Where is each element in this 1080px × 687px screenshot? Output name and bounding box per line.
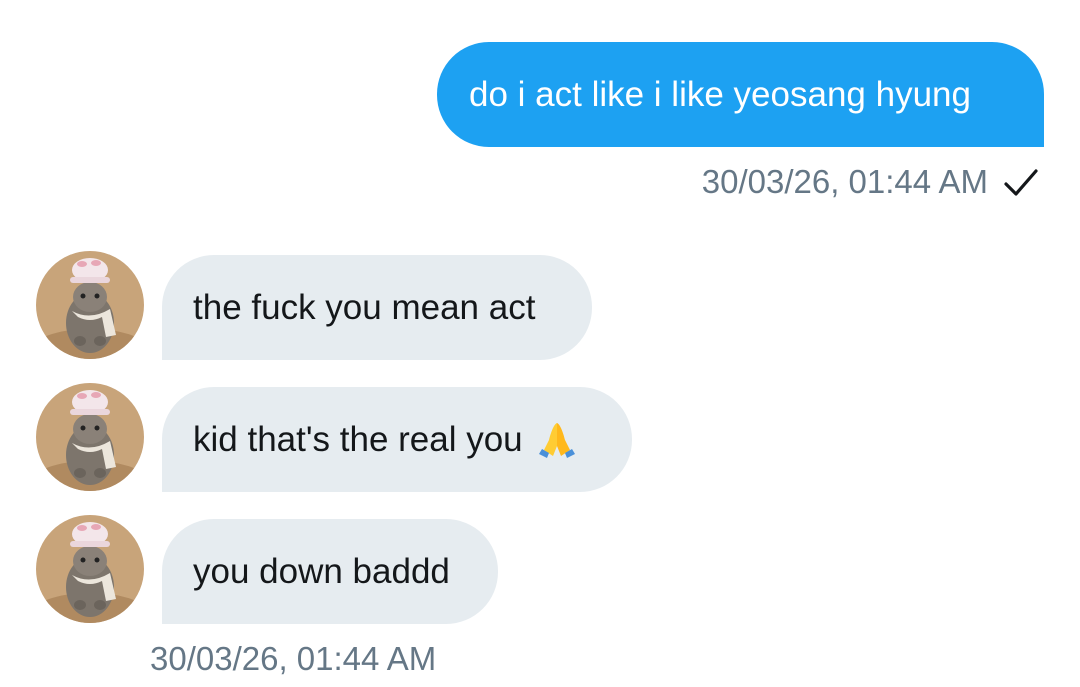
outgoing-timestamp: 30/03/26, 01:44 AM: [701, 163, 988, 200]
outgoing-message-bubble[interactable]: do i act like i like yeosang hyung: [437, 42, 1044, 147]
avatar[interactable]: [36, 383, 144, 491]
incoming-message-text: you down baddd: [193, 551, 450, 591]
avatar[interactable]: [36, 515, 144, 623]
incoming-message-bubble[interactable]: you down baddd: [162, 519, 498, 624]
incoming-timestamp: 30/03/26, 01:44 AM: [150, 640, 437, 677]
incoming-message-text: the fuck you mean act: [193, 287, 536, 327]
squirrel-avatar-image: [36, 383, 144, 491]
incoming-message-text: kid that's the real you: [193, 419, 523, 459]
check-icon: [1004, 169, 1038, 196]
avatar[interactable]: [36, 251, 144, 359]
incoming-message-bubble[interactable]: kid that's the real you: [162, 387, 632, 492]
conversation-view: do i act like i like yeosang hyung 30/03…: [0, 0, 1080, 687]
squirrel-avatar-image: [36, 251, 144, 359]
outgoing-message-text: do i act like i like yeosang hyung: [469, 74, 971, 114]
squirrel-avatar-image: [36, 515, 144, 623]
incoming-message-bubble[interactable]: the fuck you mean act: [162, 255, 592, 360]
folded-hands-emoji-icon: [538, 422, 575, 458]
